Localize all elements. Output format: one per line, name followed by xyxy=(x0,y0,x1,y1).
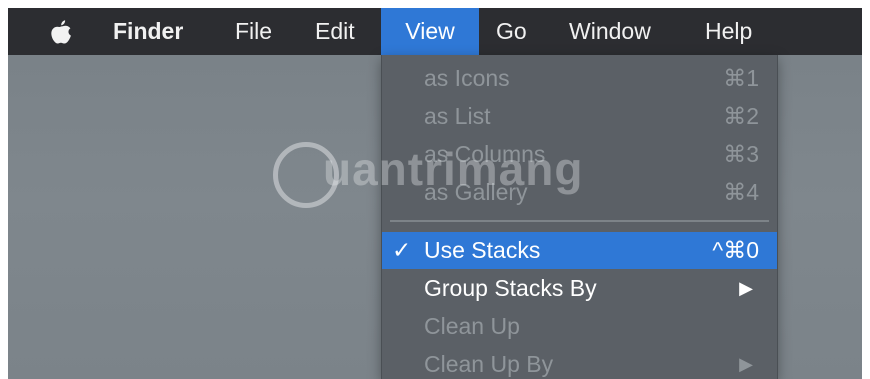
menu-item-label: as List xyxy=(424,103,491,129)
menu-item-label: Clean Up xyxy=(424,313,520,339)
menu-item-shortcut: ⌘3 xyxy=(723,141,759,167)
menu-file[interactable]: File xyxy=(235,8,272,55)
menu-item-group-stacks-by[interactable]: Group Stacks By ▶ xyxy=(382,270,777,307)
menu-item-use-stacks[interactable]: ✓ Use Stacks ^⌘0 xyxy=(382,232,777,269)
submenu-arrow-icon: ▶ xyxy=(739,354,753,374)
menu-item-as-columns[interactable]: as Columns ⌘3 xyxy=(382,136,777,173)
menu-item-clean-up-by[interactable]: Clean Up By ▶ xyxy=(382,346,777,379)
menu-item-label: Group Stacks By xyxy=(424,275,597,301)
menu-item-label: Clean Up By xyxy=(424,351,554,377)
menu-item-shortcut: ⌘2 xyxy=(723,103,759,129)
view-dropdown-menu: as Icons ⌘1 as List ⌘2 as Columns ⌘3 as … xyxy=(381,55,778,379)
menu-item-as-gallery[interactable]: as Gallery ⌘4 xyxy=(382,174,777,211)
menu-help[interactable]: Help xyxy=(705,8,752,55)
menu-item-as-list[interactable]: as List ⌘2 xyxy=(382,98,777,135)
menu-item-clean-up[interactable]: Clean Up xyxy=(382,308,777,345)
menu-finder[interactable]: Finder xyxy=(113,8,183,55)
menu-item-shortcut: ⌘4 xyxy=(723,179,759,205)
menu-item-label: as Icons xyxy=(424,65,510,91)
menu-item-shortcut: ⌘1 xyxy=(723,65,759,91)
menu-item-label: Use Stacks xyxy=(424,237,541,263)
submenu-arrow-icon: ▶ xyxy=(739,278,753,298)
apple-logo-icon[interactable] xyxy=(48,18,74,46)
menu-item-shortcut: ^⌘0 xyxy=(712,237,759,263)
menu-item-label: as Gallery xyxy=(424,179,528,205)
checkmark-icon: ✓ xyxy=(392,237,412,263)
menu-item-as-icons[interactable]: as Icons ⌘1 xyxy=(382,60,777,97)
menu-window[interactable]: Window xyxy=(569,8,651,55)
menu-item-label: as Columns xyxy=(424,141,546,167)
screenshot-frame: Finder File Edit View Go Window Help as … xyxy=(8,8,862,379)
menu-view[interactable]: View xyxy=(381,8,479,55)
menu-edit[interactable]: Edit xyxy=(315,8,355,55)
menu-go[interactable]: Go xyxy=(496,8,527,55)
menu-bar: Finder File Edit View Go Window Help xyxy=(8,8,862,55)
menu-separator xyxy=(390,220,769,222)
